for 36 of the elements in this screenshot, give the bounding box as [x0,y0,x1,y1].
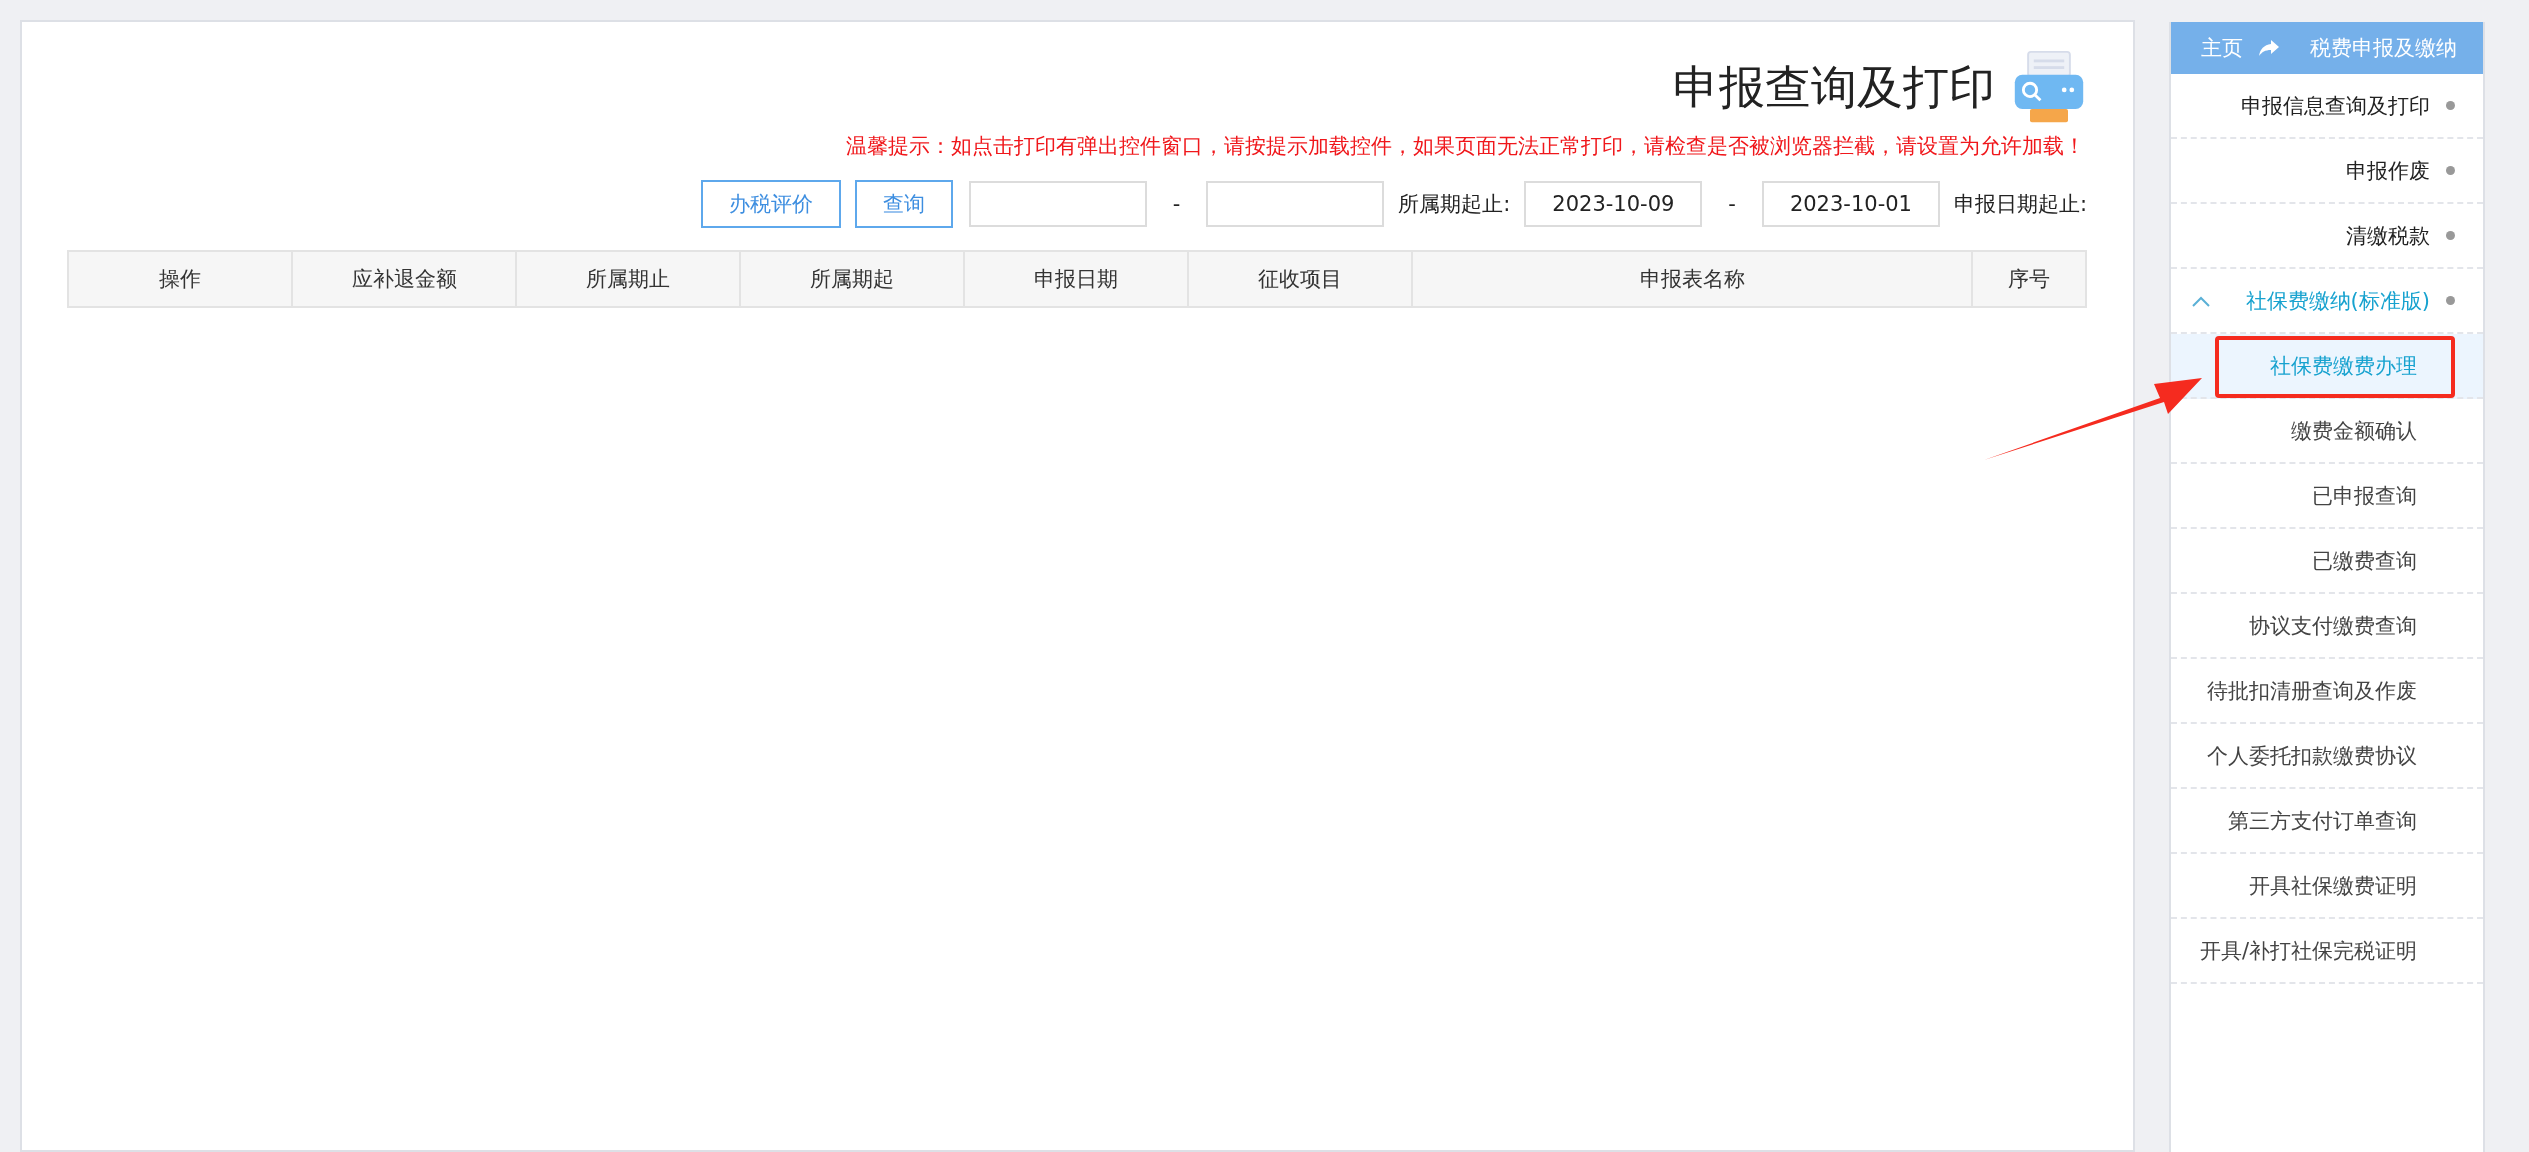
column-header: 所属期止 [517,252,741,306]
column-header: 应补退金额 [293,252,517,306]
column-header: 操作 [69,252,293,306]
submenu-item[interactable]: 待批扣清册查询及作废 [2171,659,2483,724]
submenu-item[interactable]: 开具社保缴费证明 [2171,854,2483,919]
menu-item[interactable]: 申报作废 [2171,139,2483,204]
range-separator: - [1171,192,1182,216]
date-field[interactable]: 2023-10-09 [1524,181,1703,227]
column-header: 申报日期 [965,252,1189,306]
submenu-item[interactable]: 开具/补打社保完税证明 [2171,919,2483,984]
submenu-item[interactable]: 已缴费查询 [2171,529,2483,594]
bullet-icon [2446,231,2455,240]
column-header: 申报表名称 [1413,252,1973,306]
bullet-icon [2446,166,2455,175]
range-separator: - [1727,192,1737,216]
menu-item[interactable]: 清缴税款 [2171,204,2483,269]
filter-label: 申报日期起止: [1953,191,2087,218]
submenu-item[interactable]: 协议支付缴费查询 [2171,594,2483,659]
column-header: 序号 [2007,266,2051,293]
filter-label: 所属期起止: [1398,191,1511,218]
submenu-item[interactable]: 个人委托扣款缴费协议 [2171,724,2483,789]
column-header: 所属期起 [741,252,965,306]
page-title: 申报查询及打印 [1673,59,1995,116]
submenu-item[interactable]: 第三方支付订单查询 [2171,789,2483,854]
bullet-icon [2446,296,2455,305]
caret-icon [2191,294,2211,307]
sidebar-title: 税费申报及缴纳 [2310,35,2457,62]
bullet-icon [2446,101,2455,110]
column-header: 征收项目 [1189,252,1413,306]
date-field[interactable] [1206,181,1385,227]
submenu-item[interactable]: 已申报查询 [2171,464,2483,529]
date-field[interactable]: 2023-10-01 [1761,181,1940,227]
share-arrow-icon [2259,40,2279,56]
menu-item[interactable]: 申报信息查询及打印 [2171,74,2483,139]
warning-notice: 温馨提示：如点击打印有弹出控件窗口，请按提示加载控件，如果页面无法正常打印，请检查是否被浏览器拦截，请设置为允许加载！ [846,133,2085,160]
date-field[interactable] [968,181,1147,227]
